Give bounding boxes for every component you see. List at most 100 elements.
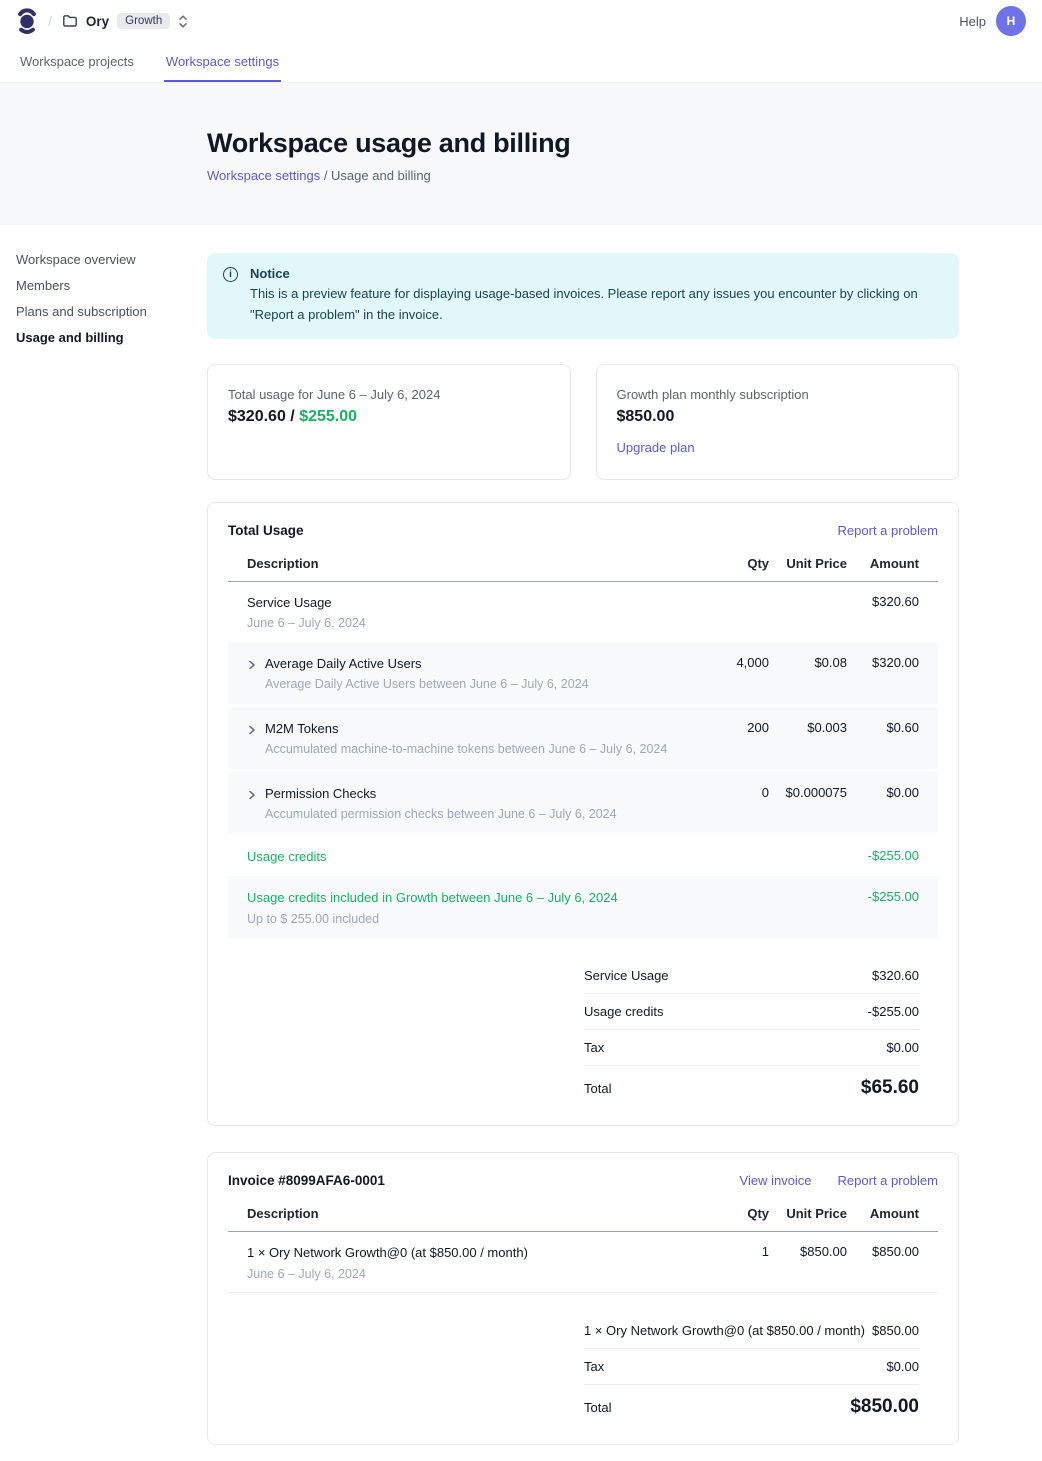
row-amount: $320.00 [847,652,919,670]
usage-total-row: Total $65.60 [584,1066,919,1101]
workspace-switcher[interactable]: Ory Growth [62,13,188,29]
workspace-tabbar: Workspace projects Workspace settings [0,42,1042,83]
invoice-total-row: Total $850.00 [584,1385,919,1420]
notice-body: This is a preview feature for displaying… [250,284,943,326]
summary-row: Usage credits -$255.00 [584,994,919,1030]
breadcrumb-current: Usage and billing [331,168,431,183]
chevron-right-icon[interactable] [247,660,265,670]
sidebar-item[interactable]: Members [16,279,207,293]
total-usage-card: Total Usage Report a problem Description… [207,502,959,1127]
notice-title: Notice [250,266,943,281]
column-qty: Qty [705,1206,769,1221]
usage-table-row: Permission Checks Accumulated permission… [228,772,938,834]
usage-summary: Service Usage $320.60 Usage credits -$25… [584,958,919,1101]
workspace-name: Ory [86,14,109,29]
top-navigation-bar: / Ory Growth Help H [0,0,1042,42]
column-unit-price: Unit Price [769,1206,847,1221]
row-unit-price [769,845,847,848]
row-unit-price [769,591,847,594]
invoice-table-row: 1 × Ory Network Growth@0 (at $850.00 / m… [228,1232,938,1293]
subscription-label: Growth plan monthly subscription [617,387,939,402]
column-unit-price: Unit Price [769,556,847,571]
breadcrumb-separator: / [48,13,52,29]
row-description: Usage credits included in Growth between… [247,886,618,908]
row-unit-price: $0.08 [769,652,847,670]
row-qty: 4,000 [705,652,769,670]
row-amount: $0.60 [847,717,919,735]
tab-workspace-settings[interactable]: Workspace settings [164,42,281,82]
total-label: Total [584,1400,611,1415]
usage-table-row: Service Usage June 6 – July 6, 2024 $320… [228,582,938,642]
ory-logo-icon[interactable] [16,7,38,35]
usage-table-row: M2M Tokens Accumulated machine-to-machin… [228,707,938,769]
usage-period-label: Total usage for June 6 – July 6, 2024 [228,387,550,402]
tab-workspace-projects[interactable]: Workspace projects [18,42,136,82]
row-qty: 0 [705,782,769,800]
notice-banner: i Notice This is a preview feature for d… [207,253,959,339]
row-qty [705,591,769,594]
row-subtext: Accumulated permission checks between Ju… [265,805,617,823]
row-description: Permission Checks [265,782,617,804]
invoice-card: Invoice #8099AFA6-0001 View invoice Repo… [207,1152,959,1445]
row-qty [705,845,769,848]
row-unit-price: $0.000075 [769,782,847,800]
row-description: M2M Tokens [265,717,667,739]
row-unit-price: $0.003 [769,717,847,735]
subscription-amount: $850.00 [617,408,939,426]
row-amount: $0.00 [847,782,919,800]
usage-table: Description Qty Unit Price Amount Servic… [228,556,938,939]
row-qty: 1 [705,1241,769,1259]
column-qty: Qty [705,556,769,571]
summary-row: Tax $0.00 [584,1030,919,1066]
plan-badge: Growth [117,13,170,29]
row-qty [705,886,769,889]
chevron-right-icon[interactable] [247,725,265,735]
row-description: Service Usage [247,591,366,613]
row-subtext: Average Daily Active Users between June … [265,675,589,693]
chevron-updown-icon [178,14,188,29]
invoice-table-header: Description Qty Unit Price Amount [228,1206,938,1232]
report-a-problem-link[interactable]: Report a problem [838,523,938,538]
sidebar-item[interactable]: Plans and subscription [16,305,207,319]
total-value: $850.00 [850,1396,919,1418]
breadcrumb-separator: / [320,168,331,183]
row-unit-price [769,886,847,889]
row-description: Usage credits [247,845,326,867]
upgrade-plan-link[interactable]: Upgrade plan [617,440,695,455]
usage-table-header: Description Qty Unit Price Amount [228,556,938,582]
row-unit-price: $850.00 [769,1241,847,1259]
settings-sidebar: Workspace overview Members Plans and sub… [0,253,207,1461]
row-amount: -$255.00 [847,845,919,863]
row-description: Average Daily Active Users [265,652,589,674]
sidebar-item[interactable]: Usage and billing [16,331,207,345]
page-title: Workspace usage and billing [207,128,1042,159]
row-description: 1 × Ory Network Growth@0 (at $850.00 / m… [247,1241,528,1263]
breadcrumb-link-workspace-settings[interactable]: Workspace settings [207,168,320,183]
summary-row: Service Usage $320.60 [584,958,919,994]
page-header: Workspace usage and billing Workspace se… [0,83,1042,225]
summary-row: Tax $0.00 [584,1349,919,1385]
row-subtext: June 6 – July 6, 2024 [247,1265,528,1283]
folder-icon [62,13,78,29]
total-usage-summary-card: Total usage for June 6 – July 6, 2024 $3… [207,364,571,480]
usage-amount: $320.60 / $255.00 [228,408,550,426]
row-amount: $320.60 [847,591,919,609]
row-amount: $850.00 [847,1241,919,1259]
usage-credit-amount: $255.00 [299,408,357,425]
invoice-summary: 1 × Ory Network Growth@0 (at $850.00 / m… [584,1313,919,1420]
usage-card-title: Total Usage [228,523,304,538]
column-amount: Amount [847,556,919,571]
breadcrumb: Workspace settings / Usage and billing [207,168,1042,183]
sidebar-item[interactable]: Workspace overview [16,253,207,267]
usage-table-row: Average Daily Active Users Average Daily… [228,642,938,704]
help-link[interactable]: Help [959,14,986,29]
invoice-title: Invoice #8099AFA6-0001 [228,1173,385,1188]
info-icon: i [223,267,238,282]
report-a-problem-link[interactable]: Report a problem [838,1173,938,1188]
usage-table-row: Usage credits -$255.00 [228,836,938,876]
view-invoice-link[interactable]: View invoice [740,1173,812,1188]
user-avatar[interactable]: H [996,6,1026,36]
total-label: Total [584,1081,611,1096]
row-subtext: June 6 – July 6, 2024 [247,614,366,632]
chevron-right-icon[interactable] [247,790,265,800]
